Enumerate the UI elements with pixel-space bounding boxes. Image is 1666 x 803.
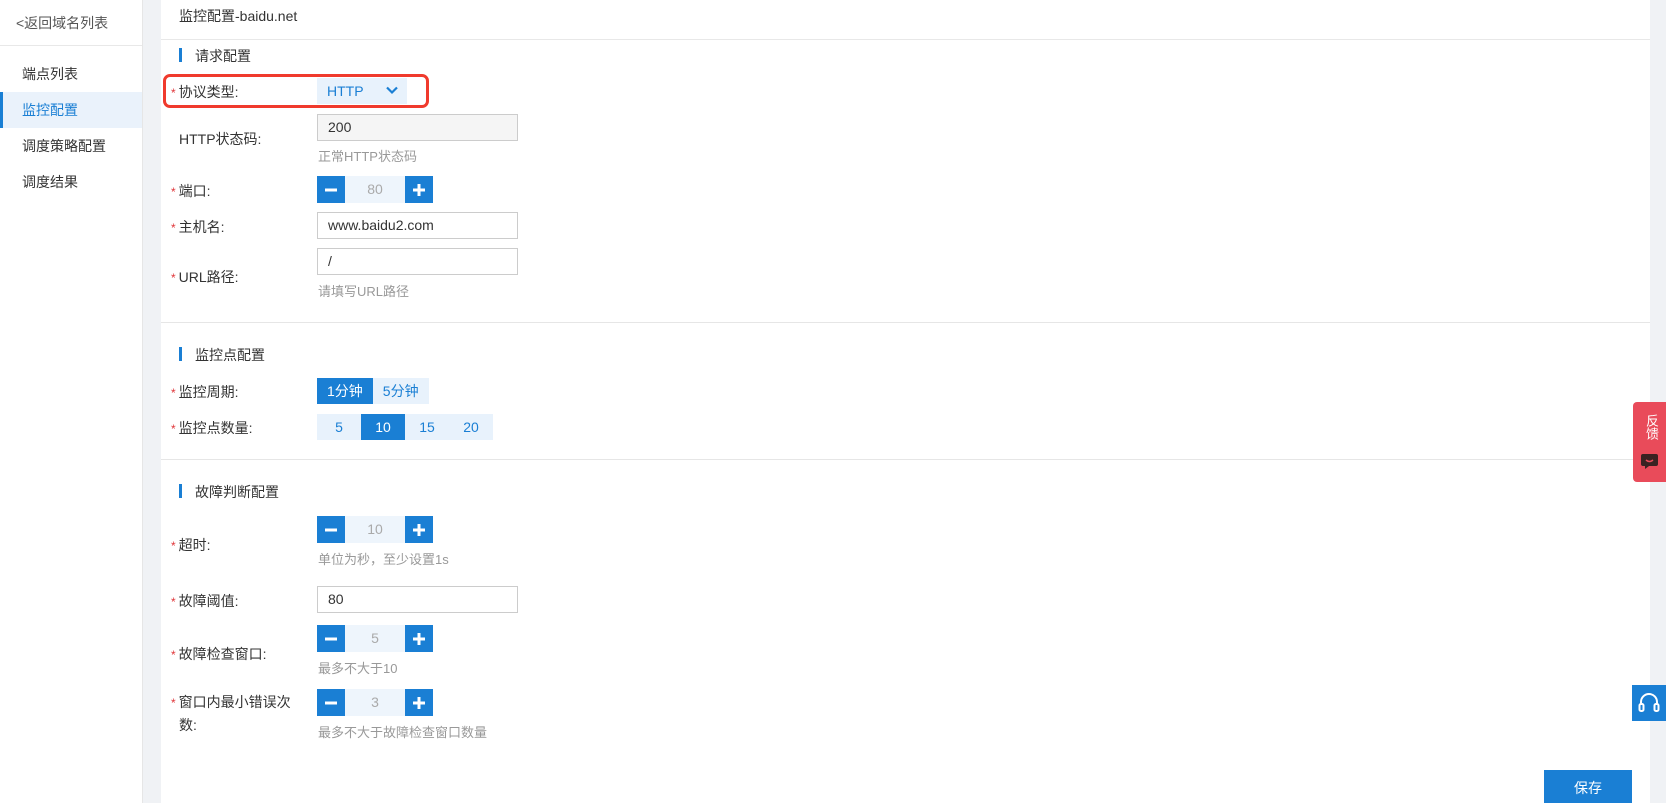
timeout-stepper: 10: [317, 516, 433, 543]
minus-icon: [325, 701, 337, 704]
min-errors-stepper: 3: [317, 689, 433, 716]
port-increment-button[interactable]: [405, 176, 433, 203]
url-path-hint: 请填写URL路径: [318, 284, 410, 299]
count-label: * 监控点数量:: [171, 420, 253, 436]
window-hint: 最多不大于10: [318, 661, 398, 676]
port-value[interactable]: 80: [345, 176, 405, 203]
feedback-tab[interactable]: 反馈: [1633, 402, 1666, 482]
url-path-label: * URL路径:: [171, 269, 239, 285]
count-option-5[interactable]: 5: [317, 414, 361, 440]
port-stepper: 80: [317, 176, 433, 203]
sidebar-item-scheduling-result[interactable]: 调度结果: [0, 164, 142, 200]
timeout-increment-button[interactable]: [405, 516, 433, 543]
minus-icon: [325, 188, 337, 191]
back-to-domain-list-link[interactable]: <返回域名列表: [0, 0, 142, 46]
threshold-label: * 故障阈值:: [171, 593, 239, 609]
main-panel: 监控配置-baidu.net 请求配置 * 协议类型: HTTP HTTP状态码:…: [161, 0, 1650, 803]
minus-icon: [325, 528, 337, 531]
timeout-hint: 单位为秒，至少设置1s: [318, 552, 449, 567]
sidebar: <返回域名列表 端点列表 监控配置 调度策略配置 调度结果: [0, 0, 143, 803]
window-decrement-button[interactable]: [317, 625, 345, 652]
section-title-monitor: 监控点配置: [179, 345, 265, 365]
sidebar-item-monitor-config[interactable]: 监控配置: [0, 92, 142, 128]
port-decrement-button[interactable]: [317, 176, 345, 203]
status-code-label: HTTP状态码:: [179, 131, 262, 147]
highlight-annotation: [163, 74, 429, 108]
fault-judgement-section: 故障判断配置 * 超时: 10 单位为秒，至少设置1s * 故障阈值: 80 * 故障…: [161, 460, 1650, 800]
window-value[interactable]: 5: [345, 625, 405, 652]
window-increment-button[interactable]: [405, 625, 433, 652]
timeout-label: * 超时:: [171, 537, 211, 553]
port-label: * 端口:: [171, 183, 211, 199]
period-label: * 监控周期:: [171, 384, 239, 400]
period-toggle: 1分钟 5分钟: [317, 378, 429, 404]
sidebar-item-scheduling-policy[interactable]: 调度策略配置: [0, 128, 142, 164]
url-path-input[interactable]: /: [317, 248, 518, 275]
window-stepper: 5: [317, 625, 433, 652]
plus-icon: [413, 523, 425, 536]
headset-icon: [1638, 693, 1660, 712]
min-errors-hint: 最多不大于故障检查窗口数量: [318, 725, 488, 740]
minus-icon: [325, 637, 337, 640]
status-code-input[interactable]: 200: [317, 114, 518, 141]
timeout-decrement-button[interactable]: [317, 516, 345, 543]
threshold-input[interactable]: 80: [317, 586, 518, 613]
monitor-point-section: 监控点配置 * 监控周期: 1分钟 5分钟 * 监控点数量: 5 10 15 20: [161, 323, 1650, 460]
feedback-label: 反馈: [1644, 414, 1659, 440]
section-title-fault: 故障判断配置: [179, 482, 279, 502]
period-option-5min[interactable]: 5分钟: [372, 378, 429, 404]
hostname-input[interactable]: www.baidu2.com: [317, 212, 518, 239]
min-errors-value[interactable]: 3: [345, 689, 405, 716]
min-errors-decrement-button[interactable]: [317, 689, 345, 716]
min-errors-increment-button[interactable]: [405, 689, 433, 716]
customer-support-button[interactable]: [1632, 685, 1666, 721]
count-option-10[interactable]: 10: [361, 414, 405, 440]
section-title-request: 请求配置: [179, 46, 251, 66]
chat-bubble-icon: [1641, 454, 1658, 469]
count-option-15[interactable]: 15: [405, 414, 449, 440]
window-label: * 故障检查窗口:: [171, 646, 267, 662]
plus-icon: [413, 183, 425, 196]
min-errors-label: * 窗口内最小错误次 数:: [171, 694, 291, 733]
count-toggle: 5 10 15 20: [317, 414, 493, 440]
plus-icon: [413, 696, 425, 709]
sidebar-item-endpoints[interactable]: 端点列表: [0, 56, 142, 92]
plus-icon: [413, 632, 425, 645]
page-title: 监控配置-baidu.net: [161, 0, 1650, 40]
status-code-hint: 正常HTTP状态码: [318, 149, 417, 164]
hostname-label: * 主机名:: [171, 219, 225, 235]
save-button[interactable]: 保存: [1544, 770, 1632, 803]
count-option-20[interactable]: 20: [449, 414, 493, 440]
period-option-1min[interactable]: 1分钟: [317, 378, 373, 404]
timeout-value[interactable]: 10: [345, 516, 405, 543]
